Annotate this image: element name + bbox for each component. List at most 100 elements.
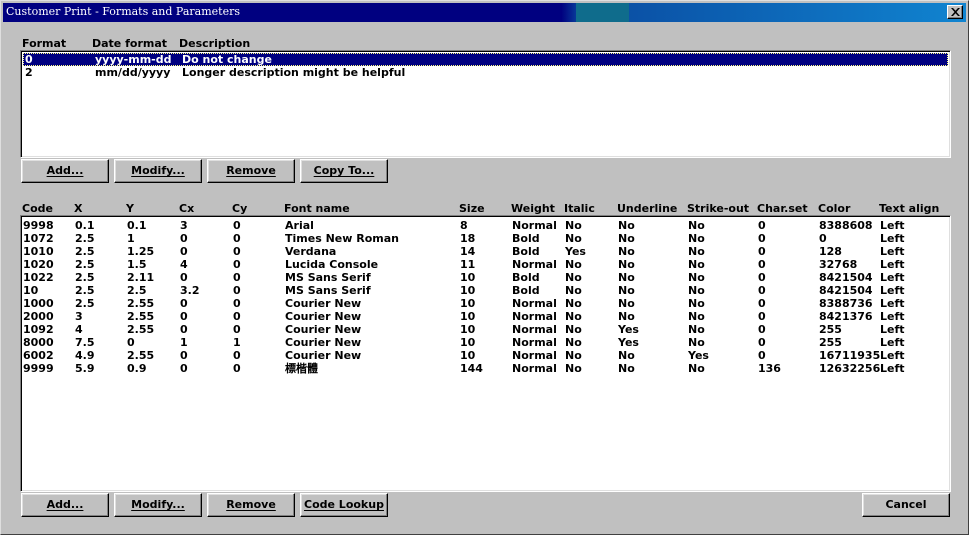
format-cell-description: Longer description might be helpful	[182, 66, 406, 79]
parameters-list[interactable]: 9998 0.1 0.1 3 0 Arial 8 Normal No No No 0 8388608 Le…	[20, 215, 951, 492]
param-cell: 18	[460, 232, 476, 245]
param-col-text-align[interactable]: Text align	[879, 202, 939, 215]
param-cell: 255	[819, 336, 842, 349]
param-cell: 0	[758, 219, 766, 232]
parameter-row[interactable]: 9998 0.1 0.1 3 0 Arial 8 Normal No No No 0 8388608 Le…	[23, 219, 948, 232]
parameter-row[interactable]: 1022 2.5 2.11 0 0 MS Sans Serif 10 Bold No No No 0 8…	[23, 271, 948, 284]
parameter-row[interactable]: 2000 3 2.55 0 0 Courier New 10 Normal No No No 0 842…	[23, 310, 948, 323]
param-col-strike-out[interactable]: Strike-out	[687, 202, 749, 215]
param-col-cx[interactable]: Cx	[179, 202, 194, 215]
param-cell: 2.55	[127, 349, 155, 362]
param-cell: 0.1	[127, 219, 147, 232]
param-cell: 0	[180, 323, 188, 336]
param-cell: 0	[233, 271, 241, 284]
param-cell: 1000	[23, 297, 54, 310]
param-cell: No	[565, 323, 582, 336]
param-cell: No	[565, 219, 582, 232]
format-row[interactable]: 0 yyyy-mm-dd Do not change	[23, 53, 948, 66]
code-lookup-label: Code Lookup	[304, 498, 384, 511]
param-cell: 3	[180, 219, 188, 232]
params-add-label: Add...	[46, 498, 84, 511]
param-cell: Courier New	[285, 297, 362, 310]
param-col-x[interactable]: X	[74, 202, 82, 215]
param-cell: 1.25	[127, 245, 155, 258]
close-button[interactable]	[947, 5, 963, 19]
parameter-row[interactable]: 1072 2.5 1 0 0 Times New Roman 18 Bold No No No 0 0 L…	[23, 232, 948, 245]
code-lookup-button[interactable]: Code Lookup	[300, 493, 388, 517]
format-cell-description: Do not change	[182, 53, 272, 66]
param-cell: No	[688, 310, 705, 323]
parameter-row[interactable]: 1020 2.5 1.5 4 0 Lucida Console 11 Normal No No No…	[23, 258, 948, 271]
param-cell: Normal	[512, 219, 557, 232]
parameter-row[interactable]: 9999 5.9 0.9 0 0 標楷體 144 Normal No No No 136 1263225…	[23, 362, 948, 375]
params-remove-button[interactable]: Remove	[207, 493, 295, 517]
param-col-font-name[interactable]: Font name	[284, 202, 350, 215]
param-cell: Verdana	[285, 245, 337, 258]
param-cell: Normal	[512, 297, 557, 310]
formats-modify-label: Modify...	[131, 164, 185, 177]
formats-remove-button[interactable]: Remove	[207, 159, 295, 183]
param-col-cy[interactable]: Cy	[232, 202, 247, 215]
param-cell: 8421504	[819, 271, 873, 284]
param-cell: No	[688, 219, 705, 232]
title-bar-accent	[576, 3, 629, 22]
param-cell: 2.55	[127, 323, 155, 336]
parameter-row[interactable]: 1000 2.5 2.55 0 0 Courier New 10 Normal No No No 0 8…	[23, 297, 948, 310]
param-cell: 5.9	[75, 362, 95, 375]
param-col-size[interactable]: Size	[459, 202, 485, 215]
param-cell: No	[688, 336, 705, 349]
param-cell: Courier New	[285, 323, 362, 336]
parameter-row[interactable]: 10 2.5 2.5 3.2 0 MS Sans Serif 10 Bold No No No 0 84…	[23, 284, 948, 297]
parameters-header: Code X Y Cx Cy Font name Size Weight Italic Under…	[22, 202, 949, 216]
parameter-row[interactable]: 8000 7.5 0 1 1 Courier New 10 Normal No Yes No 0 255…	[23, 336, 948, 349]
cancel-button[interactable]: Cancel	[862, 493, 950, 517]
param-cell: 10	[460, 349, 476, 362]
formats-add-button[interactable]: Add...	[21, 159, 109, 183]
param-col-underline[interactable]: Underline	[617, 202, 677, 215]
param-cell: 10	[23, 284, 39, 297]
param-cell: 255	[819, 323, 842, 336]
parameter-row[interactable]: 1010 2.5 1.25 0 0 Verdana 14 Bold Yes No No 0 128 Lef…	[23, 245, 948, 258]
formats-col-date-format[interactable]: Date format	[92, 37, 167, 50]
param-cell: 0	[233, 245, 241, 258]
format-row[interactable]: 2 mm/dd/yyyy Longer description might be h…	[23, 66, 948, 79]
param-cell: Left	[880, 258, 905, 271]
param-col-char-set[interactable]: Char.set	[757, 202, 808, 215]
params-modify-button[interactable]: Modify...	[114, 493, 202, 517]
param-cell: 7.5	[75, 336, 95, 349]
param-cell: 2.55	[127, 297, 155, 310]
param-cell: Normal	[512, 349, 557, 362]
param-col-italic[interactable]: Italic	[564, 202, 595, 215]
params-add-button[interactable]: Add...	[21, 493, 109, 517]
parameter-row[interactable]: 6002 4.9 2.55 0 0 Courier New 10 Normal No No Yes 0…	[23, 349, 948, 362]
formats-col-description[interactable]: Description	[179, 37, 250, 50]
parameter-row[interactable]: 1092 4 2.55 0 0 Courier New 10 Normal No Yes No 0 25…	[23, 323, 948, 336]
param-col-y[interactable]: Y	[126, 202, 134, 215]
param-cell: 10	[460, 297, 476, 310]
formats-list[interactable]: 0 yyyy-mm-dd Do not change 2 mm/dd/yyyy Longe…	[20, 50, 951, 158]
title-bar[interactable]: Customer Print - Formats and Parameters	[3, 3, 966, 22]
param-cell: Left	[880, 323, 905, 336]
param-cell: No	[565, 310, 582, 323]
param-cell: Normal	[512, 323, 557, 336]
param-cell: No	[565, 232, 582, 245]
param-cell: 12632256	[819, 362, 881, 375]
param-cell: 1.5	[127, 258, 147, 271]
param-col-code[interactable]: Code	[22, 202, 53, 215]
param-cell: 9998	[23, 219, 54, 232]
param-cell: 9999	[23, 362, 54, 375]
param-col-color[interactable]: Color	[818, 202, 850, 215]
param-cell: Left	[880, 310, 905, 323]
param-cell: 10	[460, 310, 476, 323]
param-cell: 1022	[23, 271, 54, 284]
formats-modify-button[interactable]: Modify...	[114, 159, 202, 183]
param-cell: No	[618, 310, 635, 323]
param-cell: 0.9	[127, 362, 147, 375]
param-cell: 0.1	[75, 219, 95, 232]
param-cell: No	[618, 219, 635, 232]
formats-col-format[interactable]: Format	[22, 37, 66, 50]
formats-copy-to-button[interactable]: Copy To...	[300, 159, 388, 183]
param-cell: 0	[758, 336, 766, 349]
param-cell: 8388736	[819, 297, 873, 310]
param-col-weight[interactable]: Weight	[511, 202, 555, 215]
